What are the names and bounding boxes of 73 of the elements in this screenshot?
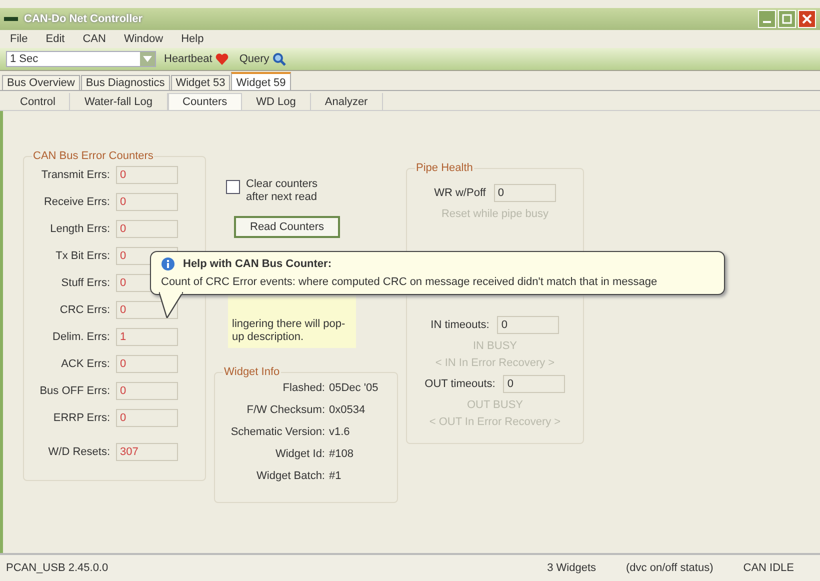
caret-icon: [143, 56, 152, 62]
info-label: Widget Id:: [274, 448, 325, 460]
field-label: Bus OFF Errs:: [38, 385, 110, 397]
field-label: Tx Bit Errs:: [54, 250, 110, 262]
interval-dropdown[interactable]: 1 Sec: [6, 51, 156, 67]
field-label: CRC Errs:: [58, 304, 110, 316]
info-label: Widget Batch:: [256, 470, 325, 482]
info-icon: [161, 257, 175, 271]
status-text: 3 Widgets: [547, 562, 596, 574]
minimize-button[interactable]: [758, 10, 776, 28]
info-label: Flashed:: [282, 382, 325, 394]
close-icon: [802, 14, 812, 24]
menu-item[interactable]: CAN: [82, 33, 106, 45]
tab[interactable]: Widget 53: [170, 75, 230, 90]
menu-item[interactable]: Edit: [46, 33, 65, 45]
close-button[interactable]: [798, 10, 816, 28]
read-counters-button[interactable]: Read Counters: [234, 216, 340, 238]
field-label: Length Errs:: [49, 223, 110, 235]
group-title: Widget Info: [223, 366, 281, 378]
tab[interactable]: Analyzer: [310, 93, 383, 110]
checkbox-label: Clear counters after next read: [246, 178, 319, 204]
counter-field: 0: [116, 409, 178, 427]
info-value: v1.6: [329, 426, 350, 438]
field-label: W/D Resets:: [47, 446, 110, 458]
maximize-icon: [782, 14, 792, 24]
maximize-button[interactable]: [778, 10, 796, 28]
heart-icon: [215, 52, 230, 66]
counter-field: 0: [116, 382, 178, 400]
tab[interactable]: Bus Overview: [2, 75, 80, 90]
info-value: 05Dec '05: [329, 382, 378, 394]
tab[interactable]: WD Log: [242, 93, 311, 110]
field-label: Delim. Errs:: [52, 331, 110, 343]
info-value: #1: [329, 470, 342, 482]
counter-field: 0: [116, 220, 178, 238]
info-value: #108: [329, 448, 354, 460]
field-label: IN timeouts:: [430, 319, 490, 331]
field-label: ERRP Errs:: [52, 412, 110, 424]
info-value: 0x0534: [329, 404, 366, 416]
counter-field: 0: [116, 355, 178, 373]
menu-item[interactable]: Help: [181, 33, 204, 45]
field-label: Receive Errs:: [42, 196, 110, 208]
heartbeat-button[interactable]: Heartbeat: [162, 52, 232, 66]
counter-field: 0: [116, 193, 178, 211]
minimize-icon: [763, 21, 771, 23]
count-field: 0: [494, 184, 556, 202]
tab[interactable]: Widget 59: [231, 72, 291, 90]
field-label: Transmit Errs:: [40, 169, 110, 181]
status-text: PCAN_USB 2.45.0.0: [6, 562, 110, 574]
menu-item[interactable]: Window: [124, 33, 164, 45]
counter-field: 307: [116, 443, 178, 461]
query-button[interactable]: Query: [237, 52, 288, 66]
tab[interactable]: Bus Diagnostics: [80, 75, 170, 90]
field-label: WR w/Poff: [434, 187, 486, 199]
status-text: (dvc on/off status): [626, 562, 714, 574]
field-label: OUT timeouts:: [424, 378, 496, 390]
tab[interactable]: Control: [6, 93, 70, 110]
search-icon: [272, 52, 286, 66]
menu-item[interactable]: File: [10, 33, 28, 45]
window-title: CAN-Do Net Controller: [24, 13, 144, 25]
tab[interactable]: Counters: [168, 93, 242, 110]
info-label: Schematic Version:: [230, 426, 325, 438]
field-label: ACK Errs:: [60, 358, 110, 370]
field-label: Stuff Errs:: [60, 277, 110, 289]
info-label: F/W Checksum:: [246, 404, 325, 416]
app-icon: [4, 17, 18, 21]
group-title: Pipe Health: [415, 162, 474, 174]
checkbox[interactable]: [226, 180, 240, 194]
counter-field: 1: [116, 328, 178, 346]
counter-field: 0: [116, 166, 178, 184]
group-title: CAN Bus Error Counters: [32, 150, 154, 162]
count-field: 0: [497, 316, 560, 334]
count-field: 0: [503, 375, 566, 393]
status-text: CAN IDLE: [743, 562, 794, 574]
